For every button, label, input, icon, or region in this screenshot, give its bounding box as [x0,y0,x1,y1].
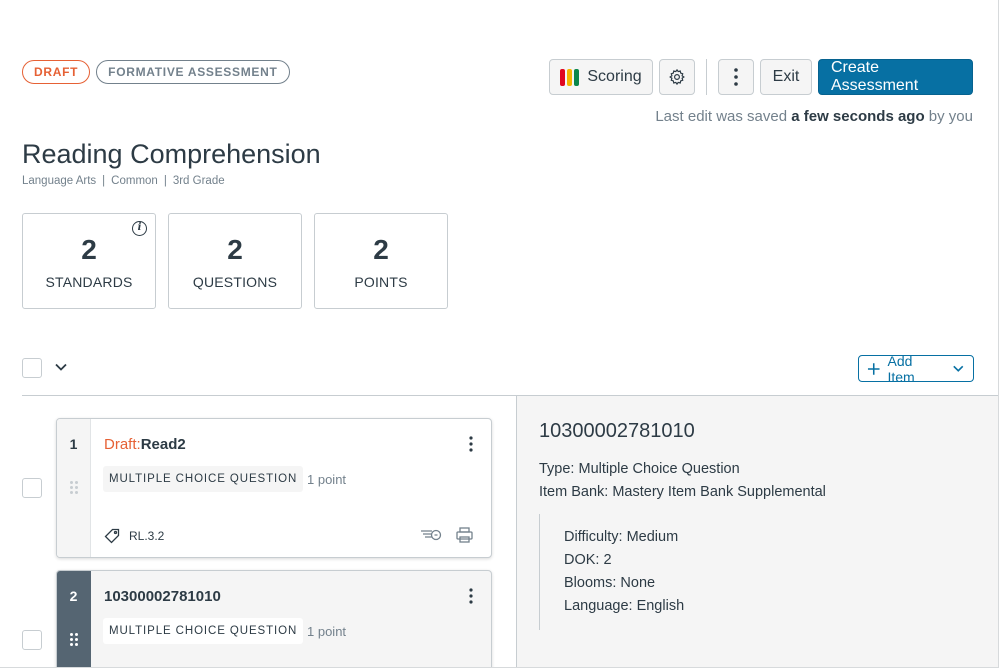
question-type-badge: MULTIPLE CHOICE QUESTION [103,618,304,644]
item-gutter: 2 [57,571,91,667]
detail-blooms: Blooms: None [564,575,656,591]
chevron-down-icon[interactable] [54,360,68,374]
toolbar: Scoring Exit Create Assessment [549,59,973,95]
tag-grade: 3rd Grade [172,175,225,187]
questions-label: QUESTIONS [192,274,278,290]
select-all-checkbox[interactable] [22,358,42,378]
gear-icon [669,68,685,86]
points-count: 2 [373,234,389,265]
item-gutter: 1 [57,419,91,557]
save-status: Last edit was saved a few seconds ago by… [655,108,973,125]
plus-icon [867,362,880,375]
detail-type: Type: Multiple Choice Question [539,461,740,477]
print-icon[interactable] [456,527,473,543]
settings-button[interactable] [659,59,695,95]
kebab-icon [734,68,738,86]
detail-dok: DOK: 2 [564,552,612,568]
create-assessment-button[interactable]: Create Assessment [818,59,973,95]
assessment-tags: Language Arts | Common | 3rd Grade [22,175,225,187]
tag-category: Common [111,175,158,187]
item-title-text: Read2 [140,436,186,453]
item-1-checkbox[interactable] [22,478,42,498]
item-card-1[interactable]: 1 Draft:Read2 MULTIPLE CHOICE QUESTION 1… [56,418,492,558]
detail-attributes: Difficulty: Medium DOK: 2 Blooms: None L… [539,514,739,630]
standards-label: STANDARDS [45,274,133,290]
stats-row: i 2 STANDARDS 2 QUESTIONS 2 POINTS [22,213,448,309]
alignment-icon[interactable] [420,528,442,542]
more-options-button[interactable] [718,59,754,95]
saved-prefix: Last edit was saved [655,108,788,125]
points-stat: 2 POINTS [314,213,448,309]
detail-language: Language: English [564,598,685,614]
item-title: Draft:Read2 [104,436,186,453]
item-card-2[interactable]: 2 10300002781010 MULTIPLE CHOICE QUESTIO… [56,570,492,667]
detail-difficulty: Difficulty: Medium [564,529,679,545]
item-actions [420,527,473,543]
standards-stat: i 2 STANDARDS [22,213,156,309]
points-label: POINTS [354,274,408,290]
questions-count: 2 [227,234,243,265]
tag-subject: Language Arts [22,175,97,187]
badge-row: DRAFT FORMATIVE ASSESSMENT [22,60,290,84]
item-2-checkbox[interactable] [22,630,42,650]
add-item-button[interactable]: Add Item [858,352,974,385]
add-item-label: Add Item [887,352,915,385]
chevron-down-icon [953,365,964,372]
drag-handle-icon[interactable] [70,633,78,646]
scoring-button[interactable]: Scoring [549,59,653,95]
page-title: Reading Comprehension [22,139,321,169]
item-points: 1 point [307,472,347,487]
standard-tag: RL.3.2 [103,527,164,545]
question-type-badge: MULTIPLE CHOICE QUESTION [103,466,304,492]
detail-item-bank: Item Bank: Mastery Item Bank Supplementa… [539,484,826,500]
tag-icon [104,528,120,544]
detail-item-id: 10300002781010 [539,420,695,442]
item-detail-panel: 10300002781010 Type: Multiple Choice Que… [516,396,998,667]
item-number: 2 [69,588,78,604]
standards-count: 2 [81,234,97,265]
item-list: 1 Draft:Read2 MULTIPLE CHOICE QUESTION 1… [22,396,516,667]
toolbar-divider [706,59,707,95]
kebab-icon[interactable] [469,588,473,604]
item-points: 1 point [307,624,347,639]
draft-prefix: Draft: [104,436,141,453]
scoring-label: Scoring [587,68,642,85]
assessment-type-badge: FORMATIVE ASSESSMENT [96,60,290,84]
assessment-editor: DRAFT FORMATIVE ASSESSMENT Scoring Exit … [0,0,999,668]
kebab-icon[interactable] [469,436,473,452]
questions-stat: 2 QUESTIONS [168,213,302,309]
saved-suffix: by you [928,108,973,125]
saved-time: a few seconds ago [791,108,925,125]
status-badge: DRAFT [22,60,91,84]
drag-handle-icon[interactable] [70,481,78,494]
exit-button[interactable]: Exit [760,59,812,95]
detail-meta: Type: Multiple Choice Question Item Bank… [539,458,826,504]
item-title: 10300002781010 [104,588,221,605]
item-number: 1 [69,436,78,452]
scoring-icon [560,68,580,86]
standard-code: RL.3.2 [129,529,165,543]
